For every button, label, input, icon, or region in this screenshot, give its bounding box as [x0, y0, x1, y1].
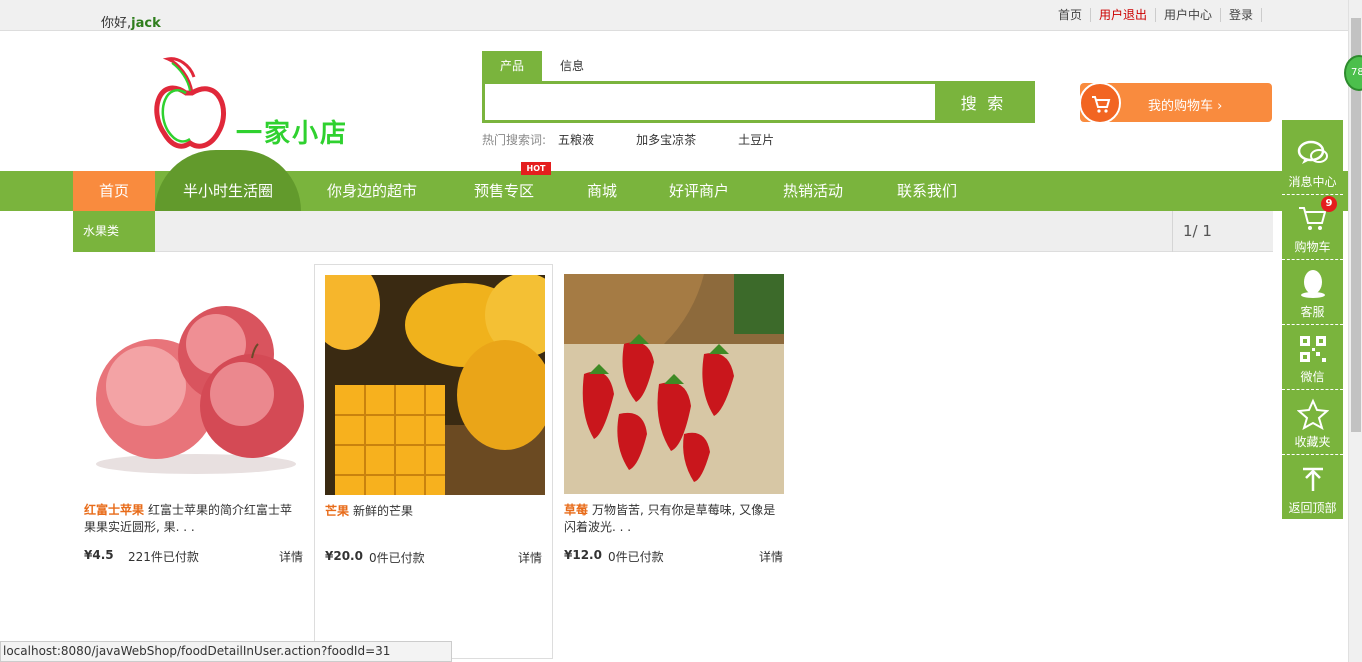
- search-box: 搜 索: [482, 81, 1035, 123]
- hot-keyword[interactable]: 五粮液: [558, 131, 594, 148]
- nav-mall[interactable]: 商城: [572, 171, 632, 211]
- product-image[interactable]: [84, 274, 304, 494]
- nav-nearby-supermarket[interactable]: 你身边的超市: [310, 171, 434, 211]
- star-icon: [1297, 398, 1329, 430]
- product-description[interactable]: 红富士苹果 红富士苹果的简介红富士苹果果实近圆形, 果. . .: [84, 502, 302, 536]
- product-detail-link[interactable]: 详情: [759, 548, 783, 565]
- tab-product[interactable]: 产品: [482, 51, 542, 81]
- hot-keywords-label: 热门搜索词:: [482, 133, 547, 147]
- greeting-prefix: 你好,: [101, 16, 132, 31]
- product-desc-text: 新鲜的芒果: [353, 504, 414, 518]
- product-card[interactable]: 红富士苹果 红富士苹果的简介红富士苹果果实近圆形, 果. . . ¥4.5 221…: [74, 264, 313, 659]
- sidebar-label: 收藏夹: [1294, 435, 1331, 449]
- category-bar: 水果类 1/ 1: [73, 211, 1273, 252]
- hot-keyword[interactable]: 加多宝凉茶: [636, 131, 696, 148]
- status-url: localhost:8080/javaWebShop/foodDetailInU…: [0, 641, 452, 662]
- hot-badge: HOT: [521, 162, 551, 175]
- nav-hot-events[interactable]: 热销活动: [768, 171, 858, 211]
- sidebar-label: 消息中心: [1288, 175, 1337, 189]
- product-price: ¥20.0: [325, 549, 363, 563]
- product-description[interactable]: 芒果 新鲜的芒果: [325, 503, 543, 520]
- sidebar-back-to-top[interactable]: 返回顶部: [1282, 455, 1343, 520]
- product-name: 红富士苹果: [84, 503, 145, 517]
- top-link-logout[interactable]: 用户退出: [1091, 8, 1156, 22]
- hot-keywords: 热门搜索词: 五粮液 加多宝凉茶 土豆片: [482, 131, 816, 148]
- product-sold-count: 0件已付款: [369, 551, 425, 565]
- product-description[interactable]: 草莓 万物皆苦, 只有你是草莓味, 又像是闪着波光. . .: [564, 502, 782, 536]
- floating-badge[interactable]: 78: [1344, 55, 1362, 91]
- product-sold-count: 221件已付款: [128, 550, 199, 564]
- category-tag[interactable]: 水果类: [73, 211, 155, 252]
- top-link-home[interactable]: 首页: [1050, 8, 1091, 22]
- product-detail-link[interactable]: 详情: [518, 549, 542, 566]
- greeting: 你好,jack: [101, 12, 161, 31]
- my-cart-label: 我的购物车 ›: [1148, 99, 1223, 114]
- sidebar-label: 返回顶部: [1288, 501, 1337, 515]
- pager: 1/ 1: [1172, 211, 1273, 252]
- sidebar-label: 客服: [1300, 305, 1325, 319]
- cart-count-badge: 9: [1321, 196, 1337, 212]
- product-image[interactable]: [564, 274, 784, 494]
- top-links: 首页 用户退出 用户中心 登录: [1050, 8, 1262, 22]
- nav-home[interactable]: 首页: [73, 171, 155, 211]
- sidebar-message-center[interactable]: 消息中心: [1282, 130, 1343, 195]
- qq-icon: [1301, 270, 1325, 298]
- product-card[interactable]: 草莓 万物皆苦, 只有你是草莓味, 又像是闪着波光. . . ¥12.0 0件已付…: [554, 264, 793, 659]
- my-cart-button[interactable]: 我的购物车 ›: [1079, 82, 1272, 124]
- username: jack: [131, 16, 161, 31]
- qr-code-icon: [1300, 336, 1326, 362]
- sidebar-customer-service[interactable]: 客服: [1282, 260, 1343, 325]
- side-toolbar: 消息中心 购物车 客服 微信 收藏夹 返回顶部: [1282, 120, 1343, 519]
- chat-icon: [1297, 140, 1328, 164]
- product-detail-link[interactable]: 详情: [279, 548, 303, 565]
- product-name: 芒果: [325, 504, 350, 518]
- hot-keyword[interactable]: 土豆片: [738, 131, 774, 148]
- product-price: ¥4.5: [84, 548, 114, 562]
- logo-text: 一家小店: [236, 119, 349, 149]
- top-link-user-center[interactable]: 用户中心: [1156, 8, 1221, 22]
- sidebar-label: 购物车: [1294, 240, 1331, 254]
- search-input[interactable]: [485, 84, 935, 120]
- nav-presale[interactable]: 预售专区: [458, 171, 550, 211]
- sidebar-wechat[interactable]: 微信: [1282, 325, 1343, 390]
- product-card[interactable]: 芒果 新鲜的芒果 ¥20.0 0件已付款 详情: [314, 264, 553, 659]
- product-sold-count: 0件已付款: [608, 550, 664, 564]
- nav-good-reviews[interactable]: 好评商户: [654, 171, 744, 211]
- nav-half-hour-life[interactable]: 半小时生活圈: [155, 171, 301, 211]
- product-price: ¥12.0: [564, 548, 602, 562]
- search-button[interactable]: 搜 索: [935, 84, 1032, 120]
- product-name: 草莓: [564, 503, 589, 517]
- arrow-up-icon: [1303, 467, 1323, 491]
- top-bar: 你好,jack 首页 用户退出 用户中心 登录: [0, 0, 1348, 31]
- sidebar-label: 微信: [1300, 370, 1325, 384]
- cart-icon: [1079, 82, 1121, 124]
- product-image[interactable]: [325, 275, 545, 495]
- top-link-login[interactable]: 登录: [1221, 8, 1262, 22]
- nav-contact-us[interactable]: 联系我们: [882, 171, 972, 211]
- page-scrollbar[interactable]: [1348, 0, 1362, 662]
- search-tabs: 产品 信息: [482, 51, 602, 81]
- tab-info[interactable]: 信息: [542, 51, 602, 81]
- sidebar-favorites[interactable]: 收藏夹: [1282, 390, 1343, 455]
- product-desc-text: 万物皆苦, 只有你是草莓味, 又像是闪着波光. . .: [564, 503, 776, 534]
